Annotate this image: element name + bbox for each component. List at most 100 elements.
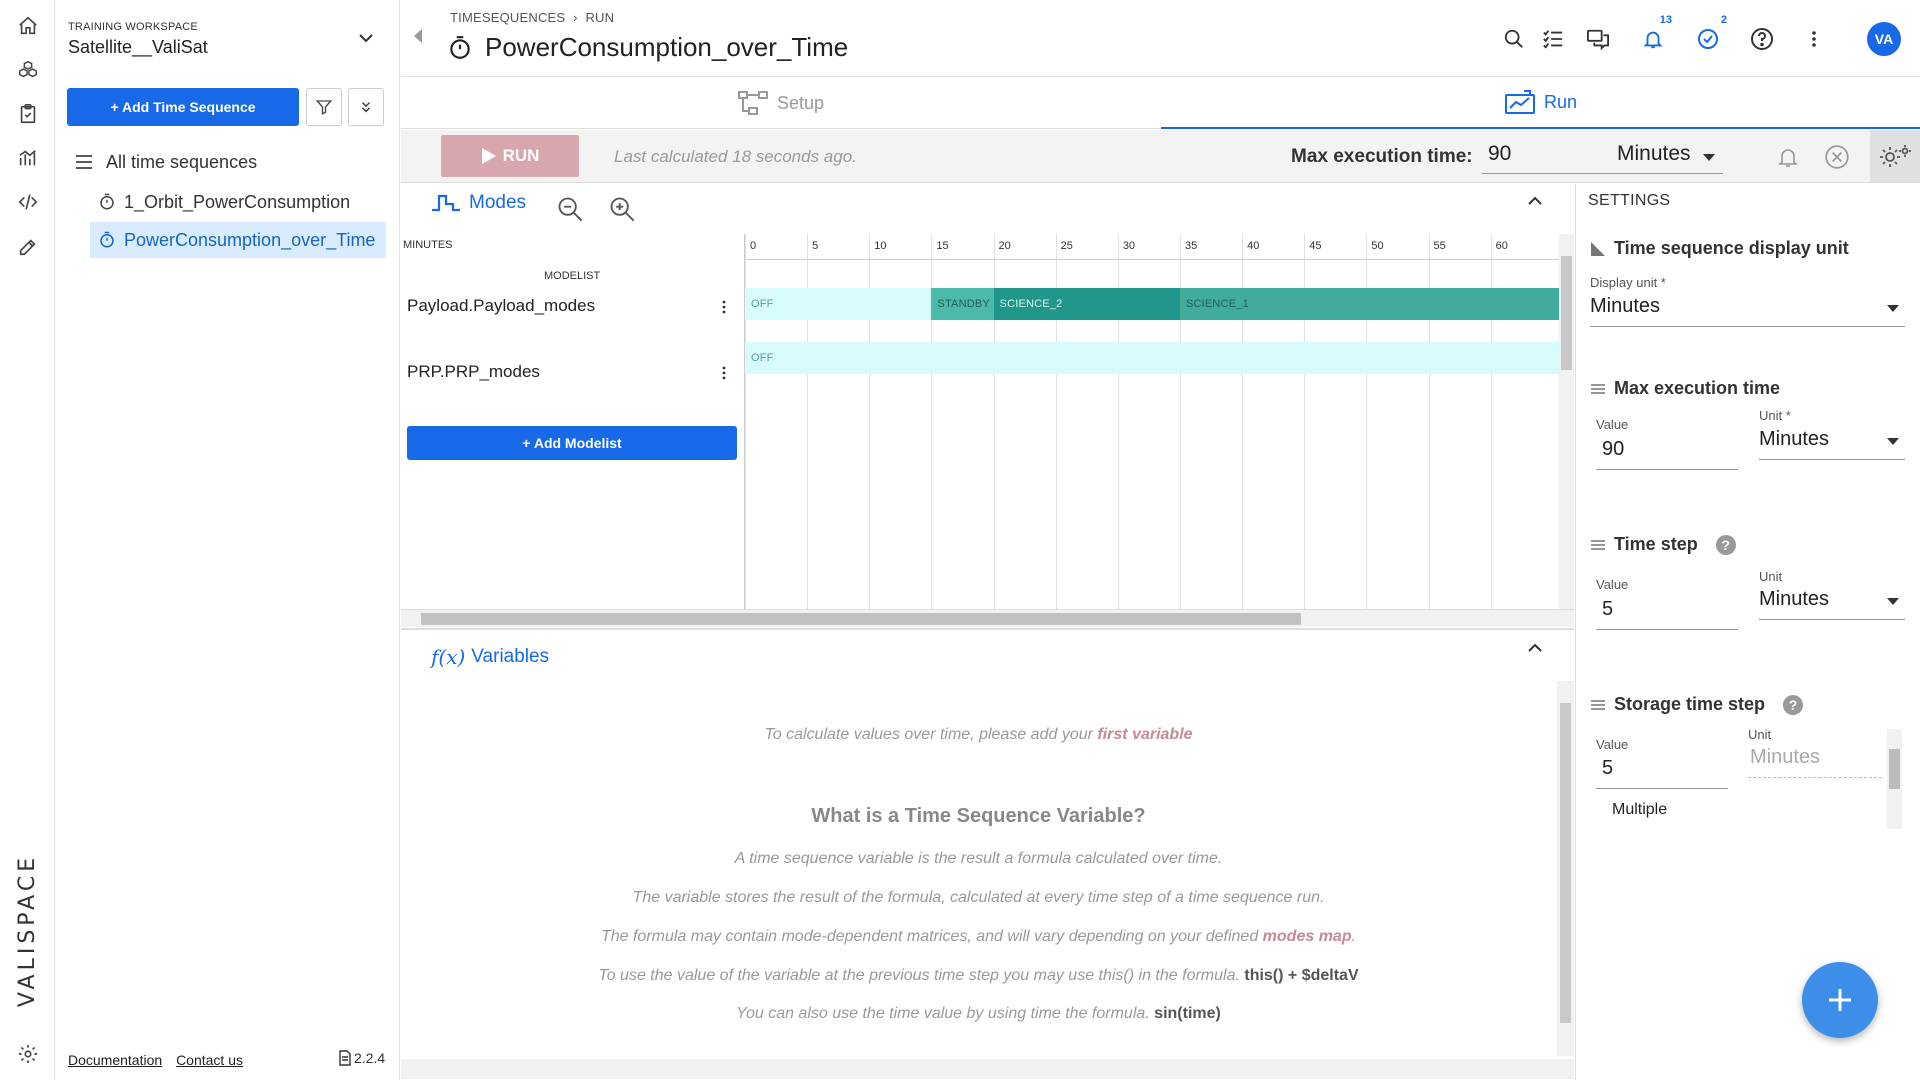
timeline-axis-line	[745, 259, 1559, 260]
time-step-value-input[interactable]: 5	[1596, 594, 1738, 630]
max-execution-input[interactable]: 90	[1482, 138, 1626, 174]
scrollbar-thumb[interactable]	[1889, 749, 1900, 789]
max-exec-unit-select[interactable]: Minutes	[1759, 424, 1905, 460]
run-chart-icon	[1504, 90, 1535, 114]
chevron-up-icon[interactable]	[1527, 643, 1543, 653]
checklist-icon[interactable]	[1538, 24, 1568, 54]
ruler-pencil-icon[interactable]	[14, 232, 42, 260]
bell-icon[interactable]: 13	[1638, 14, 1672, 54]
contact-link[interactable]: Contact us	[176, 1052, 243, 1068]
horizontal-scrollbar[interactable]	[401, 1059, 1574, 1079]
max-exec-value-input[interactable]: 90	[1596, 434, 1738, 470]
mode-segment[interactable]: STANDBY	[931, 288, 994, 320]
caret-down-icon	[1887, 598, 1899, 605]
tree-item-all[interactable]: All time sequences	[74, 144, 257, 180]
documentation-link[interactable]: Documentation	[68, 1052, 162, 1068]
sliders-icon	[1591, 383, 1605, 394]
scrollbar-thumb[interactable]	[421, 613, 1301, 625]
tick-label: 50	[1371, 240, 1384, 252]
sliders-icon	[1591, 539, 1605, 550]
version-number: 2.2.4	[354, 1050, 386, 1066]
chevron-up-icon[interactable]	[1527, 196, 1543, 206]
unit-label: Unit *	[1759, 408, 1791, 423]
gear-icon[interactable]	[14, 1040, 42, 1068]
tab-run[interactable]: Run	[1161, 77, 1920, 129]
modelist-name[interactable]: PRP.PRP_modes	[407, 362, 540, 382]
vertical-scrollbar[interactable]	[1557, 681, 1574, 1056]
filter-icon[interactable]	[306, 88, 342, 126]
breadcrumb-item[interactable]: TIMESEQUENCES	[450, 10, 565, 25]
scrollbar-thumb[interactable]	[1561, 256, 1572, 370]
tick-label: 0	[750, 240, 757, 252]
modes-timeline[interactable]: 0 5 10 15 20 25 30 35 40 45 50 55 60 OFF STANDBY SCIENC…	[744, 234, 1559, 609]
storage-multiple-option[interactable]: Multiple	[1612, 801, 1667, 819]
modes-map-link[interactable]: modes map	[1263, 928, 1352, 945]
unit-label: Unit	[1759, 569, 1783, 584]
collapse-all-icon[interactable]	[348, 88, 384, 126]
more-vert-icon[interactable]	[1799, 24, 1829, 54]
caret-down-icon	[1703, 154, 1715, 161]
run-toolbar: RUN Last calculated 18 seconds ago. Max …	[401, 130, 1920, 183]
help-icon[interactable]: ?	[1783, 694, 1804, 715]
tree-item-sequence-selected[interactable]: PowerConsumption_over_Time	[90, 222, 386, 258]
max-execution-unit-select[interactable]: Minutes	[1611, 138, 1723, 174]
select-value: Minutes	[1617, 142, 1691, 165]
settings-gears-icon[interactable]	[1870, 130, 1920, 183]
mode-segment[interactable]: SCIENCE_1	[1179, 288, 1559, 320]
select-value: Minutes	[1759, 588, 1830, 610]
chevron-down-icon[interactable]	[358, 30, 374, 46]
collapse-sidebar-icon[interactable]	[413, 28, 423, 44]
time-step-unit-select[interactable]: Minutes	[1759, 584, 1905, 620]
bell-outline-icon[interactable]	[1771, 140, 1805, 174]
mode-segment[interactable]: OFF	[745, 288, 932, 320]
mode-segment[interactable]: OFF	[745, 342, 1559, 374]
cubes-icon[interactable]	[14, 56, 42, 84]
code-icon[interactable]	[14, 188, 42, 216]
cancel-run-icon[interactable]	[1820, 140, 1854, 174]
tick-label: 15	[936, 240, 949, 252]
analytics-icon[interactable]	[14, 144, 42, 172]
add-time-sequence-button[interactable]: + Add Time Sequence	[67, 88, 299, 126]
modelist-name[interactable]: Payload.Payload_modes	[407, 296, 595, 316]
horizontal-scrollbar[interactable]	[401, 609, 1574, 627]
help-icon[interactable]	[1747, 24, 1777, 54]
workspace-name[interactable]: Satellite__ValiSat	[68, 37, 208, 58]
tick-label: 10	[874, 240, 887, 252]
section-title: Time sequence display unit	[1614, 238, 1849, 258]
variables-line: To use the value of the variable at the …	[401, 967, 1556, 985]
panel-divider[interactable]	[401, 628, 1574, 630]
search-icon[interactable]	[1499, 24, 1529, 54]
vertical-scrollbar[interactable]	[1559, 234, 1574, 609]
more-vert-icon[interactable]	[722, 366, 726, 380]
display-unit-select[interactable]: Minutes	[1590, 291, 1905, 327]
mode-segment[interactable]: SCIENCE_2	[993, 288, 1180, 320]
vertical-scrollbar[interactable]	[1887, 729, 1902, 829]
add-fab-button[interactable]	[1802, 962, 1878, 1038]
workspace-label: TRAINING WORKSPACE	[68, 21, 198, 33]
more-vert-icon[interactable]	[722, 300, 726, 314]
add-modelist-button[interactable]: + Add Modelist	[407, 426, 737, 460]
avatar[interactable]: VA	[1867, 22, 1901, 56]
time-step-section-head: Time step ?	[1590, 534, 1736, 555]
first-variable-link[interactable]: first variable	[1097, 726, 1192, 743]
task-check-icon[interactable]: 2	[1693, 14, 1727, 54]
run-button[interactable]: RUN	[441, 135, 579, 177]
tab-setup[interactable]: Setup	[401, 77, 1160, 129]
tree-item-sequence[interactable]: 1_Orbit_PowerConsumption	[98, 184, 350, 220]
scrollbar-thumb[interactable]	[1560, 703, 1571, 1023]
zoom-in-icon[interactable]	[605, 192, 639, 226]
clipboard-check-icon[interactable]	[14, 100, 42, 128]
home-icon[interactable]	[14, 12, 42, 40]
tree-item-label: All time sequences	[106, 151, 258, 172]
help-icon[interactable]: ?	[1715, 534, 1736, 555]
modes-wave-icon	[432, 194, 460, 212]
modes-header[interactable]: Modes	[431, 192, 526, 214]
breadcrumb-item[interactable]: RUN	[585, 10, 614, 25]
zoom-out-icon[interactable]	[553, 192, 587, 226]
document-icon	[339, 1050, 351, 1066]
variables-header[interactable]: f(x) Variables	[431, 645, 549, 669]
settings-title: SETTINGS	[1588, 192, 1671, 209]
chat-icon[interactable]	[1583, 24, 1613, 54]
variables-intro: To calculate values over time, please ad…	[401, 726, 1556, 744]
storage-step-value-input[interactable]: 5	[1596, 753, 1728, 789]
